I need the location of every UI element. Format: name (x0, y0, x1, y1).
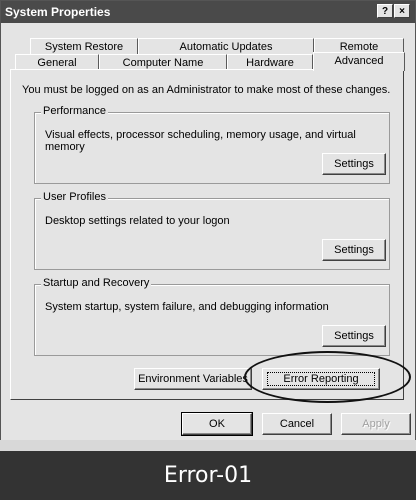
startup-recovery-settings-button[interactable]: Settings (322, 325, 386, 347)
user-profiles-group: User Profiles Desktop settings related t… (34, 191, 390, 270)
window-title: System Properties (5, 5, 111, 19)
apply-button[interactable]: Apply (341, 413, 411, 435)
ok-button[interactable]: OK (181, 412, 253, 436)
environment-variables-button[interactable]: Environment Variables (134, 368, 252, 390)
user-profiles-settings-button[interactable]: Settings (322, 239, 386, 261)
tab-advanced[interactable]: Advanced (313, 52, 405, 71)
title-bar[interactable]: System Properties ? × (1, 1, 415, 23)
help-button[interactable]: ? (377, 4, 393, 18)
startup-recovery-group-title: Startup and Recovery (41, 277, 152, 289)
startup-recovery-description: System startup, system failure, and debu… (45, 301, 329, 313)
tab-computer-name[interactable]: Computer Name (99, 54, 227, 70)
caption-divider (0, 440, 416, 451)
tab-general[interactable]: General (15, 54, 99, 70)
error-caption: Error-01 (0, 451, 416, 500)
tab-automatic-updates[interactable]: Automatic Updates (138, 38, 314, 54)
performance-group-title: Performance (41, 105, 108, 117)
performance-description: Visual effects, processor scheduling, me… (45, 129, 356, 153)
cancel-button[interactable]: Cancel (262, 413, 332, 435)
tab-system-restore[interactable]: System Restore (30, 38, 138, 54)
admin-notice: You must be logged on as an Administrato… (22, 84, 391, 96)
user-profiles-group-title: User Profiles (41, 191, 108, 203)
startup-recovery-group: Startup and Recovery System startup, sys… (34, 277, 390, 356)
close-button[interactable]: × (394, 4, 410, 18)
error-reporting-label: Error Reporting (283, 373, 359, 385)
error-reporting-button[interactable]: Error Reporting (262, 368, 380, 390)
performance-settings-button[interactable]: Settings (322, 153, 386, 175)
user-profiles-description: Desktop settings related to your logon (45, 215, 230, 227)
performance-group: Performance Visual effects, processor sc… (34, 105, 390, 184)
tab-hardware[interactable]: Hardware (227, 54, 313, 70)
